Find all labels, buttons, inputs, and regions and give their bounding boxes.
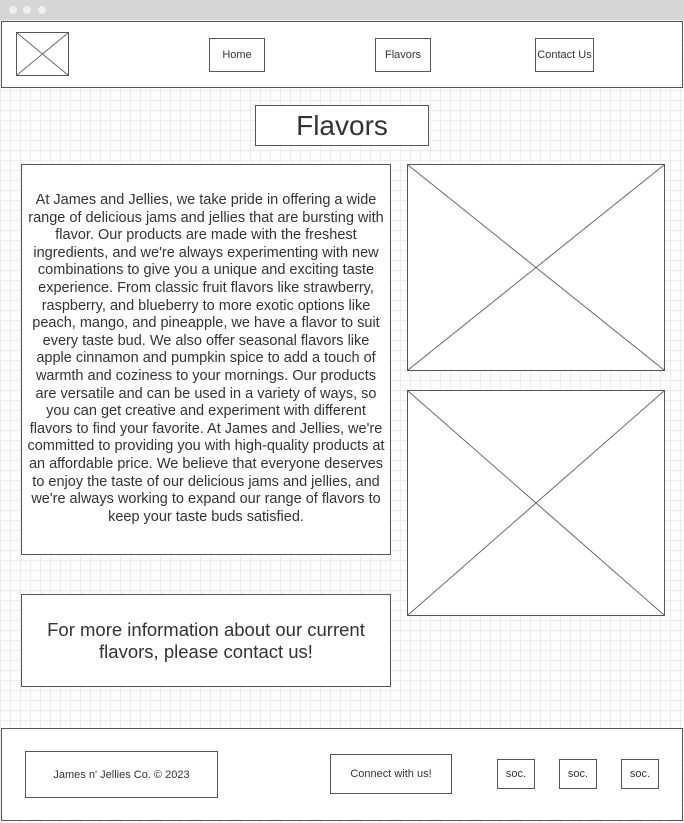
logo-image-placeholder-icon[interactable] [16, 32, 69, 76]
footer-copyright: James n' Jellies Co. © 2023 [25, 751, 218, 798]
flavor-image-placeholder-icon [407, 390, 665, 616]
page-title: Flavors [255, 105, 429, 146]
social-link-1[interactable]: soc. [497, 759, 535, 789]
contact-prompt-text: For more information about our current f… [47, 618, 365, 662]
flavors-description: At James and Jellies, we take pride in o… [21, 164, 391, 555]
nav-flavors-button[interactable]: Flavors [375, 38, 431, 72]
window-titlebar [0, 0, 684, 20]
social-link-3[interactable]: soc. [621, 759, 659, 789]
window-close-control[interactable] [9, 6, 17, 14]
connect-button[interactable]: Connect with us! [330, 754, 452, 794]
nav-home-button[interactable]: Home [209, 38, 265, 72]
window-minimize-control[interactable] [23, 6, 31, 14]
window-maximize-control[interactable] [38, 6, 46, 14]
social-link-2[interactable]: soc. [559, 759, 597, 789]
nav-contact-button[interactable]: Contact Us [535, 38, 594, 72]
flavor-image-placeholder-icon [407, 164, 665, 371]
contact-prompt[interactable]: For more information about our current f… [21, 594, 391, 687]
